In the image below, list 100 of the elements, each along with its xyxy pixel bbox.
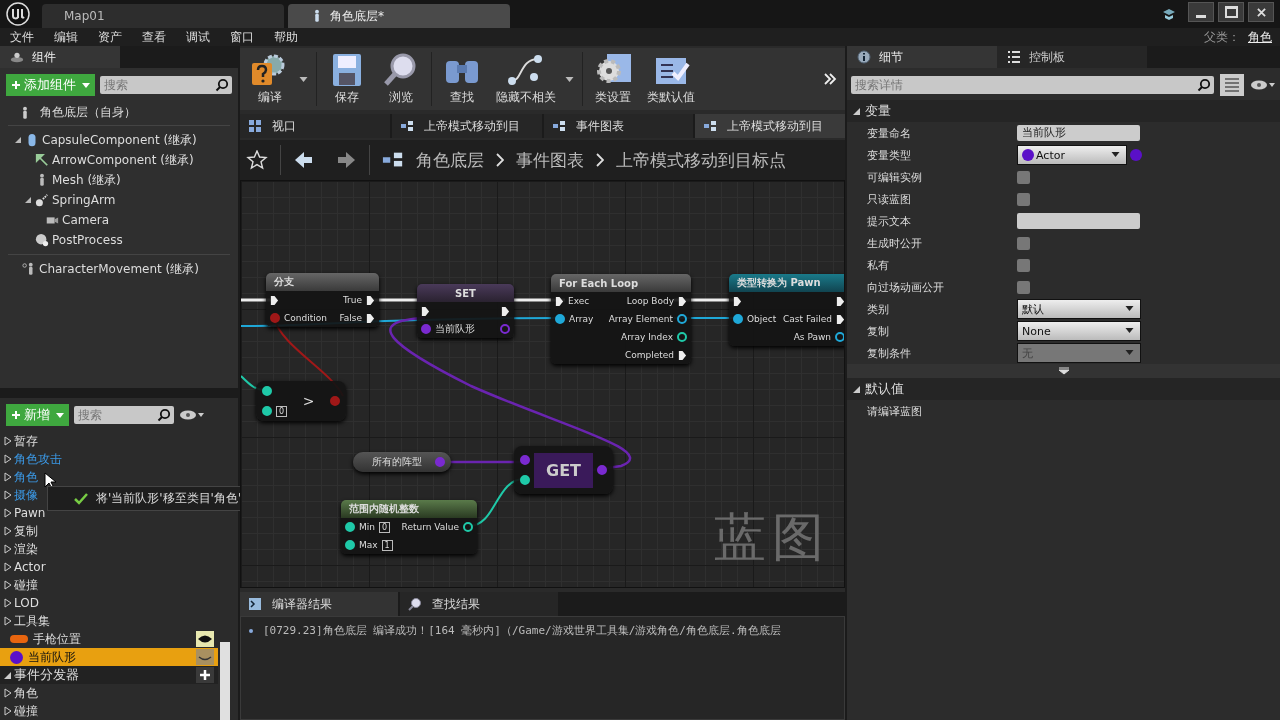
document-tab[interactable]: 角色底层* (288, 4, 510, 28)
component-item[interactable]: Mesh (继承) (52, 171, 121, 189)
exec-pin-icon[interactable] (501, 305, 510, 317)
section-header[interactable]: 变量 (847, 100, 1280, 122)
variable-item[interactable]: 当前队形 (0, 648, 218, 666)
search-icon[interactable] (215, 78, 229, 92)
component-item[interactable]: ArrowComponent (继承) (52, 151, 194, 169)
menu-item[interactable]: 窗口 (230, 28, 254, 46)
category-item[interactable]: 摄像 (14, 486, 38, 504)
search-field[interactable]: 搜索详情 (851, 76, 1214, 94)
data-pin-icon[interactable] (677, 314, 687, 324)
text-field[interactable] (1017, 213, 1140, 229)
collapse-arrow-icon[interactable] (4, 670, 12, 680)
category-item[interactable]: 渲染 (14, 540, 38, 558)
data-pin-icon[interactable] (677, 332, 687, 342)
expand-arrow-icon[interactable] (24, 196, 32, 204)
favorite-star-icon[interactable] (246, 150, 268, 170)
blueprint-self-item[interactable]: 角色底层（自身） (40, 104, 136, 121)
component-item[interactable]: CharacterMovement (继承) (39, 260, 199, 278)
pin-value-field[interactable]: 0 (379, 521, 391, 533)
category-item[interactable]: 工具集 (14, 612, 50, 630)
data-pin-icon[interactable] (463, 522, 473, 532)
toolbar-button[interactable]: 保存 (323, 52, 371, 106)
toolbar-button[interactable]: 查找 (438, 52, 486, 106)
view-options-icon[interactable] (179, 409, 205, 421)
panel-tab[interactable]: 细节 (847, 46, 997, 68)
search-icon[interactable] (1197, 78, 1211, 92)
toolbar-button[interactable]: 隐藏不相关 (492, 52, 576, 106)
components-tab[interactable]: 组件 (0, 46, 120, 68)
graph-node[interactable]: 分支 True Condition False (266, 273, 379, 327)
exec-pin-icon[interactable] (678, 295, 687, 307)
maximize-button[interactable] (1218, 2, 1244, 22)
category-item[interactable]: Pawn (14, 506, 46, 520)
panel-tab[interactable]: 控制板 (997, 46, 1147, 68)
component-item[interactable]: SpringArm (52, 193, 116, 207)
component-item[interactable]: CapsuleComponent (继承) (42, 131, 197, 149)
variable-item[interactable]: 手枪位置 (0, 630, 218, 648)
data-pin-icon[interactable] (345, 522, 355, 532)
close-button[interactable] (1248, 2, 1274, 22)
document-tab[interactable]: Map01 (42, 4, 284, 28)
exec-pin-icon[interactable] (421, 305, 430, 317)
checkbox[interactable] (1017, 280, 1030, 294)
pin-value-field[interactable]: 0 (276, 405, 288, 417)
back-arrow-icon[interactable] (293, 150, 315, 170)
data-pin-icon[interactable] (733, 314, 743, 324)
add-icon[interactable] (196, 667, 214, 683)
exec-pin-icon[interactable] (836, 295, 844, 307)
dropdown[interactable]: 默认 (1017, 299, 1141, 319)
results-tab[interactable]: 编译器结果 (240, 592, 398, 616)
toolbar-button[interactable]: 编译 (246, 52, 310, 106)
graph-tab[interactable]: 视口 (240, 114, 390, 138)
forward-arrow-icon[interactable] (335, 150, 357, 170)
menu-item[interactable]: 帮助 (274, 28, 298, 46)
data-pin-icon[interactable] (835, 332, 844, 342)
data-pin-icon[interactable] (345, 540, 355, 550)
graph-node[interactable]: 0 > (256, 381, 346, 421)
exec-pin-icon[interactable] (366, 294, 375, 306)
category-item[interactable]: Actor (14, 560, 46, 574)
breadcrumb-link[interactable]: 事件图表 (516, 148, 584, 172)
category-item[interactable]: 角色 (14, 468, 38, 486)
results-tab[interactable]: 查找结果 (400, 592, 558, 616)
menu-item[interactable]: 编辑 (54, 28, 78, 46)
component-item[interactable]: Camera (62, 213, 110, 227)
breadcrumb-link[interactable]: 角色底层 (416, 148, 484, 172)
engine-logo-icon[interactable] (6, 2, 30, 26)
graph-tab[interactable]: 上帝模式移动到目 (695, 114, 845, 138)
pin-value-field[interactable]: 1 (381, 539, 393, 551)
data-pin-icon[interactable] (520, 475, 530, 485)
grid-view-icon[interactable] (1220, 74, 1244, 96)
graph-tab[interactable]: 上帝模式移动到目 (391, 114, 542, 138)
dropdown[interactable]: None (1017, 321, 1141, 341)
breadcrumb-link[interactable]: 上帝模式移动到目标点 (616, 148, 786, 172)
checkbox[interactable] (1017, 170, 1030, 184)
data-pin-icon[interactable] (262, 385, 272, 396)
text-field[interactable]: 当前队形 (1017, 125, 1140, 141)
exec-pin-icon[interactable] (733, 295, 742, 307)
exec-pin-icon[interactable] (836, 313, 844, 325)
search-field[interactable]: 搜索 (74, 406, 174, 424)
menu-item[interactable]: 文件 (10, 28, 34, 46)
data-pin-icon[interactable] (262, 406, 272, 416)
graph-node[interactable]: 所有的阵型 (353, 452, 451, 472)
section-header[interactable]: 事件分发器 (0, 666, 218, 684)
graph-node[interactable]: GET (514, 446, 613, 494)
search-icon[interactable] (157, 408, 171, 422)
category-item[interactable]: 暂存 (14, 432, 38, 450)
menu-item[interactable]: 调试 (186, 28, 210, 46)
checkbox[interactable] (1017, 236, 1030, 250)
menu-item[interactable]: 资产 (98, 28, 122, 46)
category-item[interactable]: 碰撞 (14, 702, 38, 720)
category-item[interactable]: 碰撞 (14, 576, 38, 594)
section-header[interactable]: 默认值 (847, 378, 1280, 400)
exec-pin-icon[interactable] (555, 295, 564, 307)
graph-node[interactable]: 范围内随机整数 Min 0 Return Value Max 1 (341, 500, 477, 554)
category-item[interactable]: LOD (14, 596, 39, 610)
graph-node[interactable]: SET 当前队形 (417, 284, 514, 338)
exec-pin-icon[interactable] (366, 312, 375, 324)
minimize-button[interactable] (1188, 2, 1214, 22)
view-options-icon[interactable] (1250, 79, 1276, 91)
category-item[interactable]: 角色攻击 (14, 450, 62, 468)
category-item[interactable]: 角色 (14, 684, 38, 702)
